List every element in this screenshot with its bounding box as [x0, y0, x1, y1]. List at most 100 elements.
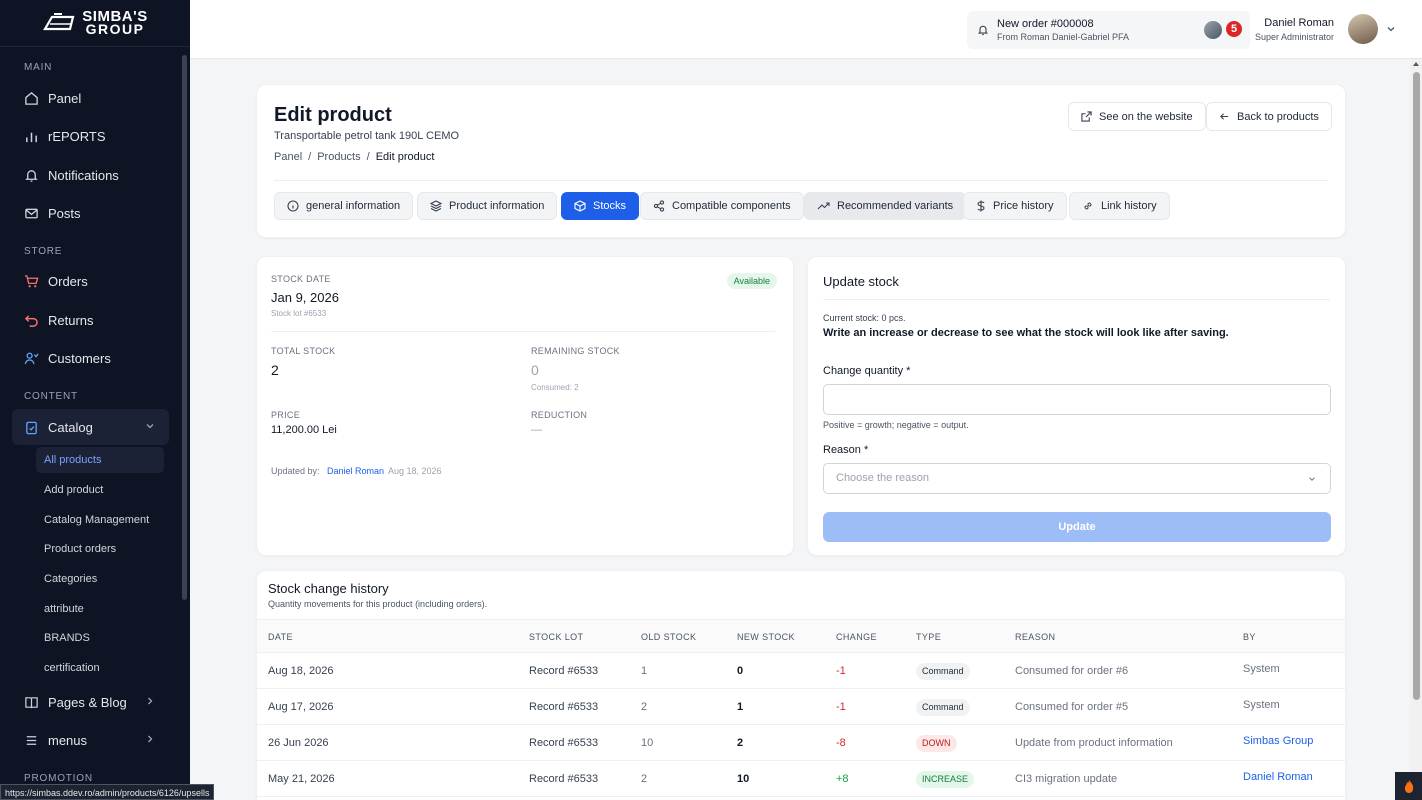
scrollbar-thumb[interactable]	[1413, 72, 1420, 700]
scroll-up-arrow-icon[interactable]	[1413, 62, 1419, 66]
sidebar-item-menus[interactable]: menus	[12, 722, 169, 758]
divider	[823, 299, 1330, 300]
user-menu[interactable]: Daniel Roman Super Administrator	[1255, 14, 1396, 44]
sidebar-item-orders[interactable]: Orders	[12, 263, 169, 299]
sidebar-sub-product-orders[interactable]: Product orders	[36, 536, 164, 562]
tab-stocks[interactable]: Stocks	[561, 192, 640, 220]
stock-date-value: Jan 9, 2026	[271, 290, 339, 305]
tab-recommended-variants[interactable]: Recommended variants	[804, 192, 967, 220]
breadcrumb-panel[interactable]: Panel	[274, 151, 302, 163]
sidebar-item-returns[interactable]: Returns	[12, 302, 169, 338]
reason-label: Reason *	[823, 444, 869, 456]
status-badge: Available	[726, 273, 777, 289]
sidebar-item-customers[interactable]: Customers	[12, 340, 169, 376]
updated-at: Aug 18, 2026	[388, 466, 442, 476]
home-icon	[23, 90, 39, 106]
breadcrumb-current: Edit product	[375, 151, 435, 163]
new-order-notification[interactable]: New order #000008 From Roman Daniel-Gabr…	[967, 11, 1250, 49]
breadcrumb: Panel / Products / Edit product	[274, 151, 434, 163]
tab-price-history[interactable]: Price history	[963, 192, 1067, 220]
table-row: Aug 17, 2026 Record #6533 2 1 -1 Command…	[257, 689, 1345, 725]
tab-link-history[interactable]: Link history	[1069, 192, 1170, 220]
reason-select[interactable]: Choose the reason	[823, 463, 1331, 494]
tab-compatible-components[interactable]: Compatible components	[640, 192, 804, 220]
sidebar-item-label: Orders	[48, 273, 88, 289]
breadcrumb-products[interactable]: Products	[317, 151, 360, 163]
stock-lot-card: STOCK DATE Jan 9, 2026 Stock lot #6533 A…	[256, 256, 794, 556]
undo-icon	[23, 312, 39, 328]
sidebar-item-posts[interactable]: Posts	[12, 195, 169, 231]
reduction-value: —	[531, 424, 542, 436]
book-icon	[23, 694, 39, 710]
current-stock-text: Current stock: 0 pcs.	[823, 313, 906, 323]
chevron-right-icon	[148, 735, 153, 743]
tab-label: Recommended variants	[837, 200, 954, 212]
box-icon	[574, 200, 586, 212]
chevron-down-icon	[1387, 27, 1395, 32]
update-stock-title: Update stock	[823, 274, 899, 289]
updated-by-label: Updated by:	[271, 466, 320, 476]
sidebar-item-reports[interactable]: rEPORTS	[12, 118, 169, 154]
updated-by-user-link[interactable]: Daniel Roman	[327, 466, 384, 476]
user-name: Daniel Roman	[1264, 16, 1334, 29]
back-to-products-button[interactable]: Back to products	[1206, 102, 1332, 131]
cell-old-stock: 2	[641, 773, 648, 785]
sidebar-sub-categories[interactable]: Categories	[36, 566, 164, 592]
sidebar-sub-attribute[interactable]: attribute	[36, 596, 164, 622]
tab-label: Compatible components	[672, 200, 791, 212]
cell-reason: Consumed for order #6	[1015, 665, 1129, 677]
tab-label: Stocks	[593, 200, 627, 212]
cell-date: Aug 17, 2026	[268, 701, 334, 713]
users-icon	[23, 350, 39, 366]
tab-label: general information	[306, 200, 401, 212]
sidebar-item-label: rEPORTS	[48, 128, 106, 144]
page-scrollbar[interactable]	[1410, 59, 1422, 800]
see-on-website-button[interactable]: See on the website	[1068, 102, 1206, 131]
sidebar-sub-certification[interactable]: certification	[36, 655, 164, 681]
trending-up-icon	[817, 202, 830, 210]
cell-stock-lot: Record #6533	[529, 773, 599, 785]
remaining-stock-value: 0	[531, 362, 539, 378]
column-header-new-stock: NEW STOCK	[737, 632, 795, 642]
price-value: 11,200.00 Lei	[271, 424, 337, 436]
sidebar-sub-catalog-management[interactable]: Catalog Management	[36, 507, 164, 533]
sidebar-sub-brands[interactable]: BRANDS	[36, 625, 164, 651]
chevron-down-icon	[1309, 477, 1315, 481]
cell-by-link[interactable]: Daniel Roman	[1243, 771, 1313, 783]
update-stock-card: Update stock Current stock: 0 pcs. Write…	[807, 256, 1346, 556]
flame-icon[interactable]	[1395, 772, 1422, 800]
cell-new-stock: 10	[737, 773, 750, 785]
cell-by: System	[1243, 699, 1280, 711]
cell-stock-lot: Record #6533	[529, 701, 599, 713]
cell-new-stock: 1	[737, 701, 744, 713]
change-quantity-label: Change quantity *	[823, 365, 911, 377]
status-bar-url: https://simbas.ddev.ro/admin/products/61…	[0, 784, 215, 800]
update-button[interactable]: Update	[823, 512, 1331, 542]
sidebar-item-notifications[interactable]: Notifications	[12, 157, 169, 193]
breadcrumb-separator: /	[366, 151, 370, 163]
table-row: May 21, 2026 Record #6533 2 10 +8 INCREA…	[257, 761, 1345, 797]
type-badge: DOWN	[916, 735, 957, 752]
cell-by-link[interactable]: Simbas Group	[1243, 735, 1313, 747]
sidebar: SIMBA'S GROUP MAIN Panel rEPORTS Notific…	[0, 0, 190, 800]
cell-old-stock: 1	[641, 665, 648, 677]
sidebar-item-label: Returns	[48, 312, 94, 328]
reason-placeholder: Choose the reason	[836, 472, 929, 484]
cell-date: Aug 18, 2026	[268, 665, 334, 677]
sidebar-sub-add-product[interactable]: Add product	[36, 477, 164, 503]
sidebar-item-catalog[interactable]: Catalog	[12, 409, 169, 445]
tab-product-information[interactable]: Product information	[417, 192, 558, 220]
change-quantity-input[interactable]	[823, 384, 1331, 415]
notification-count-badge: 5	[1226, 21, 1242, 37]
logo[interactable]: SIMBA'S GROUP	[0, 0, 190, 47]
tab-label: Price history	[993, 200, 1054, 212]
sidebar-scrollbar[interactable]	[182, 55, 187, 600]
sidebar-sub-all-products[interactable]: All products	[36, 447, 164, 473]
tab-general-information[interactable]: general information	[274, 192, 414, 220]
sidebar-item-panel[interactable]: Panel	[12, 80, 169, 116]
sidebar-item-pages-blog[interactable]: Pages & Blog	[12, 684, 169, 720]
column-header-type: TYPE	[916, 632, 942, 642]
brand-line2: GROUP	[85, 21, 145, 37]
bell-icon	[977, 25, 989, 36]
cell-stock-lot: Record #6533	[529, 737, 599, 749]
